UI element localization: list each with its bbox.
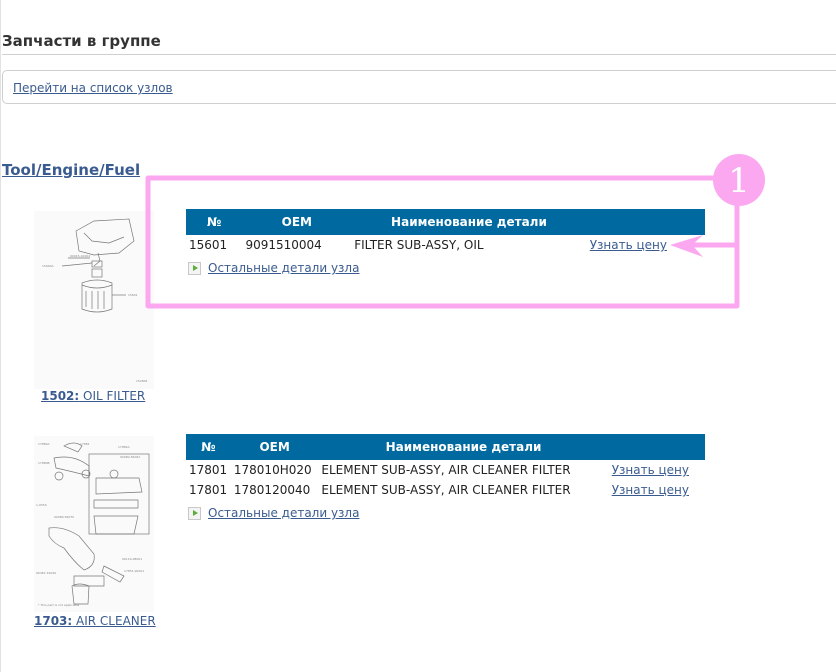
svg-text:17881: 17881 (80, 442, 90, 446)
table-row: 15601 9091510004 FILTER SUB-ASSY, OIL Уз… (186, 235, 705, 255)
unit-link-air-cleaner[interactable]: 1703: AIR CLEANER (34, 614, 156, 628)
col-header-oem: OEM (230, 434, 319, 460)
part-name: ELEMENT SUB-ASSY, AIR CLEANER FILTER (321, 483, 571, 497)
col-header-action (608, 434, 705, 460)
part-name: FILTER SUB-ASSY, OIL (354, 238, 484, 252)
svg-text:17882A: 17882A (118, 445, 131, 449)
air-cleaner-diagram-thumbnail[interactable]: 17880A 17881 17882A 17880B 90080-56062 1-05… (34, 436, 154, 612)
page-left-border (0, 0, 1, 672)
col-header-num: № (186, 434, 231, 460)
more-parts-link[interactable]: Остальные детали узла (208, 261, 359, 275)
col-header-action (586, 209, 705, 235)
svg-text:90080-56062: 90080-56062 (120, 455, 140, 459)
more-parts-row: Остальные детали узла (188, 261, 359, 275)
svg-text:15600A: 15600A (42, 264, 55, 268)
oil-filter-diagram-icon: 15600A 90915-10004 15601 152805 (42, 218, 148, 383)
oil-filter-diagram-thumbnail[interactable]: 15600A 90915-10004 15601 152805 (34, 211, 154, 389)
svg-text:152805: 152805 (136, 379, 148, 383)
more-parts-link[interactable]: Остальные детали узла (208, 506, 359, 520)
svg-text:15601: 15601 (128, 293, 138, 297)
part-num: 17801 (189, 483, 228, 497)
go-to-units-list-link[interactable]: Перейти на список узлов (13, 81, 173, 95)
more-parts-row: Остальные детали узла (188, 506, 359, 520)
col-header-num: № (186, 209, 243, 235)
nav-box: Перейти на список узлов (2, 70, 836, 104)
svg-text:90119-08001: 90119-08001 (122, 557, 142, 561)
table-header-row: № OEM Наименование детали (186, 434, 705, 460)
svg-text:1-0550: 1-0550 (36, 503, 47, 507)
parts-table-air-cleaner: № OEM Наименование детали 17801 178010H0… (186, 434, 705, 500)
parts-table-oil-filter: № OEM Наименование детали 15601 90915100… (186, 209, 705, 255)
part-name: ELEMENT SUB-ASSY, AIR CLEANER FILTER (321, 463, 571, 477)
svg-text:90467-19020: 90467-19020 (36, 571, 56, 575)
svg-text:* This part is not applicable: * This part is not applicable (38, 603, 79, 607)
svg-text:17880B: 17880B (38, 461, 50, 465)
part-oem: 1780120040 (233, 483, 311, 497)
svg-text:90915-10004: 90915-10004 (70, 254, 90, 258)
part-oem: 9091510004 (245, 238, 322, 252)
unit-name: AIR CLEANER (76, 614, 156, 628)
get-price-link[interactable]: Узнать цену (612, 483, 689, 497)
unit-name: OIL FILTER (83, 389, 146, 403)
col-header-oem: OEM (242, 209, 352, 235)
table-header-row: № OEM Наименование детали (186, 209, 705, 235)
unit-link-oil-filter[interactable]: 1502: OIL FILTER (41, 389, 145, 403)
air-cleaner-diagram-icon: 17880A 17881 17882A 17880B 90080-56062 1-05… (36, 442, 150, 607)
part-num: 17801 (189, 463, 228, 477)
annotation-badge-number: 1 (728, 161, 750, 201)
table-row: 17801 178010H020 ELEMENT SUB-ASSY, AIR C… (186, 460, 705, 480)
play-arrow-icon[interactable] (188, 506, 201, 520)
page-title: Запчасти в группе (2, 32, 161, 50)
group-breadcrumb-link[interactable]: Tool/Engine/Fuel (2, 161, 140, 179)
title-divider (2, 54, 836, 55)
get-price-link[interactable]: Узнать цену (590, 238, 667, 252)
part-oem: 178010H020 (233, 463, 312, 477)
svg-text:17851-90001: 17851-90001 (124, 569, 144, 573)
svg-text:17880A: 17880A (38, 442, 51, 446)
play-arrow-icon[interactable] (188, 261, 201, 275)
col-header-name: Наименование детали (318, 434, 609, 460)
svg-text:90080-56070: 90080-56070 (54, 515, 74, 519)
get-price-link[interactable]: Узнать цену (612, 463, 689, 477)
table-row: 17801 1780120040 ELEMENT SUB-ASSY, AIR C… (186, 480, 705, 500)
col-header-name: Наименование детали (351, 209, 587, 235)
part-num: 15601 (189, 238, 228, 252)
unit-code: 1703: (34, 614, 73, 628)
unit-code: 1502: (41, 389, 80, 403)
